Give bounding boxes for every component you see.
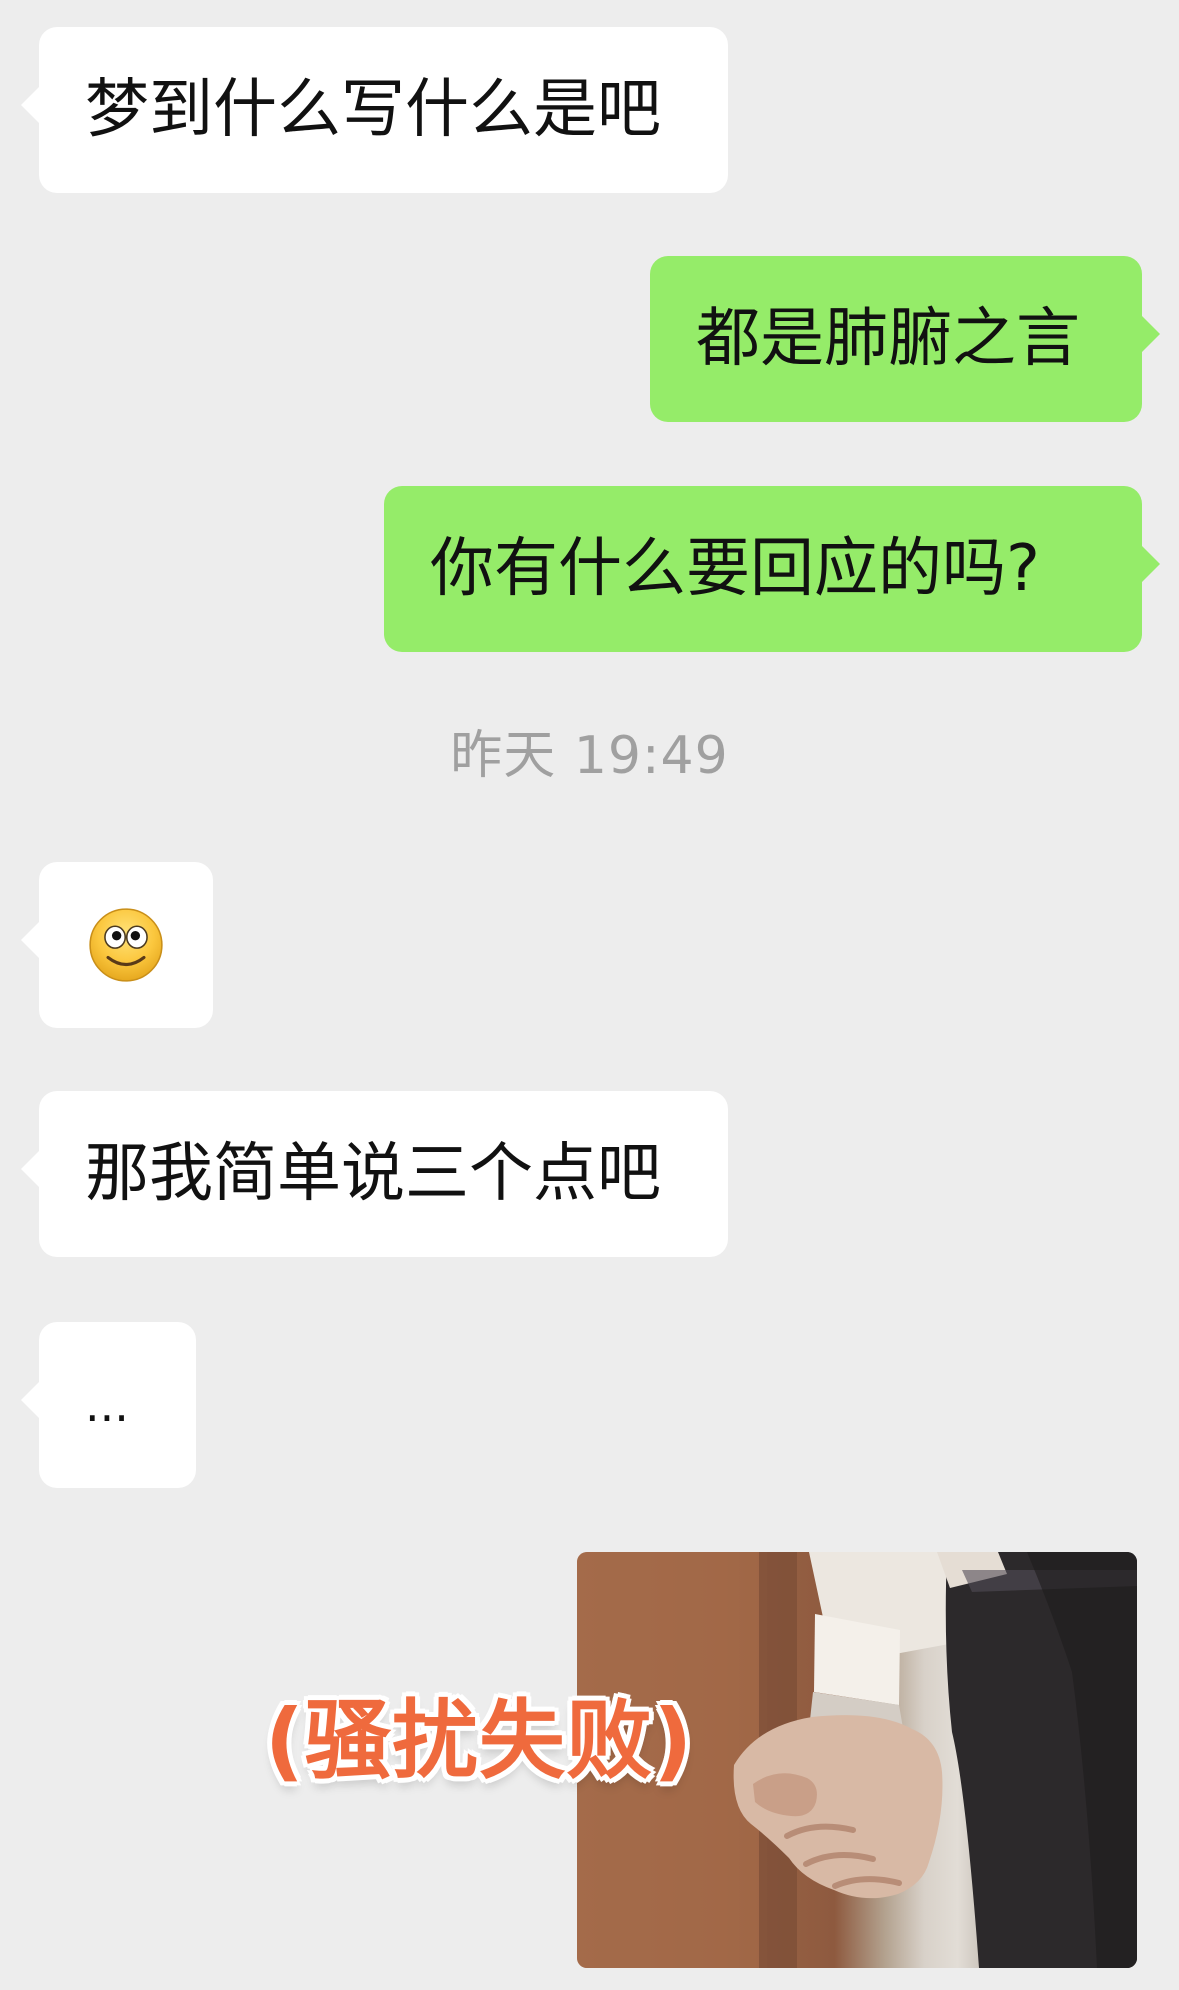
chat-area: 梦到什么写什么是吧 都是肺腑之言 你有什么要回应的吗? 昨天 19:49 那我简 <box>0 0 1179 1990</box>
smiley-face-icon <box>89 908 163 982</box>
incoming-emoji-bubble[interactable] <box>21 862 213 1028</box>
sticker-caption: (骚扰失败) <box>264 1691 694 1791</box>
message-text: 那我简单说三个点吧 <box>85 1137 661 1211</box>
outgoing-message-bubble[interactable]: 都是肺腑之言 <box>650 256 1160 422</box>
message-text: 都是肺腑之言 <box>696 302 1080 376</box>
message-text: 梦到什么写什么是吧 <box>85 73 661 147</box>
message-text: ... <box>85 1378 129 1432</box>
incoming-message-bubble[interactable]: 那我简单说三个点吧 <box>21 1091 728 1257</box>
message-timestamp: 昨天 19:49 <box>450 726 729 786</box>
incoming-message-bubble[interactable]: 梦到什么写什么是吧 <box>21 27 728 193</box>
incoming-message-bubble[interactable]: ... <box>21 1322 196 1488</box>
message-text: 你有什么要回应的吗? <box>430 532 1040 606</box>
outgoing-message-bubble[interactable]: 你有什么要回应的吗? <box>384 486 1160 652</box>
